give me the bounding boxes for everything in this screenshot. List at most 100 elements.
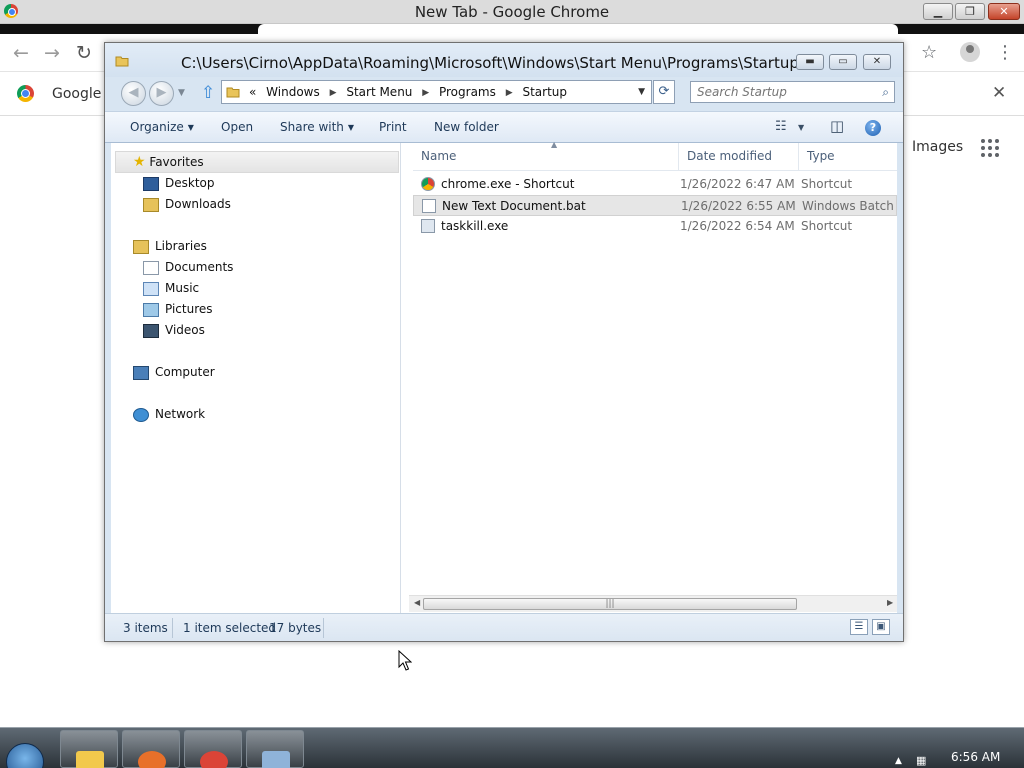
chrome-menu-icon[interactable]: ⋮ — [996, 42, 1014, 63]
nav-item-downloads[interactable]: Downloads — [143, 197, 231, 212]
preview-pane-icon[interactable]: ◫ — [830, 117, 844, 135]
file-date: 1/26/2022 6:47 AM — [680, 177, 795, 191]
change-view-icon[interactable]: ☷ — [775, 119, 787, 134]
file-row-chrome-shortcut[interactable]: chrome.exe - Shortcut 1/26/2022 6:47 AM … — [413, 174, 897, 195]
scroll-left-icon[interactable]: ◀ — [414, 598, 420, 607]
nav-item-label: Favorites — [149, 155, 204, 169]
column-header-date-modified[interactable]: Date modified — [679, 143, 799, 171]
chevron-down-icon: ▼ — [187, 123, 194, 132]
column-header-name[interactable]: Name ▲ — [413, 140, 679, 171]
organize-label: Organize — [130, 120, 184, 134]
nav-item-network[interactable]: Network — [133, 407, 205, 422]
file-list-pane: Name ▲ Date modified Type chrome.exe - S… — [403, 140, 898, 613]
nav-item-videos[interactable]: Videos — [143, 323, 205, 338]
start-button[interactable] — [6, 743, 44, 768]
search-icon[interactable]: ⌕ — [882, 85, 889, 100]
view-dropdown-icon[interactable]: ▼ — [798, 123, 804, 132]
explorer-navigation-bar: ◀ ▶ ▼ ⇧ « Windows ▶ Start Menu ▶ Program… — [105, 77, 903, 111]
google-apps-icon[interactable] — [981, 139, 999, 157]
forward-button[interactable]: ▶ — [149, 81, 174, 106]
bookmark-star-icon[interactable]: ☆ — [921, 42, 937, 63]
share-with-label: Share with — [280, 120, 344, 134]
desktop-icon — [143, 176, 159, 191]
details-view-icon[interactable]: ☰ — [850, 619, 868, 635]
column-header-name-label: Name — [421, 149, 457, 163]
taskbar-firefox-button[interactable] — [122, 730, 180, 768]
help-icon[interactable]: ? — [865, 120, 881, 136]
explorer-maximize-button[interactable]: ▭ — [829, 54, 857, 70]
profile-avatar[interactable] — [960, 42, 980, 62]
nav-item-desktop[interactable]: Desktop — [143, 176, 215, 191]
print-button[interactable]: Print — [379, 120, 407, 134]
breadcrumb-windows[interactable]: Windows — [266, 85, 320, 99]
breadcrumb-start-menu[interactable]: Start Menu — [346, 85, 412, 99]
show-hidden-icons-icon[interactable]: ▲ — [895, 756, 902, 766]
google-logo-icon — [17, 85, 34, 102]
nav-item-label: Desktop — [165, 176, 215, 190]
organize-button[interactable]: Organize ▼ — [130, 120, 194, 134]
network-status-icon[interactable]: ▦ — [916, 754, 926, 767]
file-row-taskkill-exe[interactable]: taskkill.exe 1/26/2022 6:54 AM Shortcut — [413, 216, 897, 237]
address-bar[interactable]: « Windows ▶ Start Menu ▶ Programs ▶ Star… — [221, 80, 652, 104]
search-box[interactable]: ⌕ — [690, 81, 895, 103]
back-button[interactable]: ◀ — [121, 81, 146, 106]
refresh-button[interactable]: ⟳ — [653, 80, 675, 104]
open-button[interactable]: Open — [221, 120, 253, 134]
back-icon[interactable]: ← — [13, 42, 29, 64]
large-icons-view-icon[interactable]: ▣ — [872, 619, 890, 635]
scrollbar-thumb[interactable]: ||| — [423, 598, 797, 610]
nav-item-music[interactable]: Music — [143, 281, 199, 296]
up-folder-icon[interactable]: ⇧ — [201, 83, 215, 103]
folder-icon — [76, 751, 104, 768]
navigation-pane: ★ Favorites Desktop Downloads Libraries … — [111, 143, 401, 613]
file-date: 1/26/2022 6:54 AM — [680, 219, 795, 233]
taskbar-chrome-button[interactable] — [184, 730, 242, 768]
column-header-type[interactable]: Type — [799, 143, 897, 171]
forward-icon[interactable]: → — [44, 42, 60, 64]
explorer-window-title: C:\Users\Cirno\AppData\Roaming\Microsoft… — [181, 54, 799, 72]
taskbar-task-manager-button[interactable] — [246, 730, 304, 768]
nav-item-libraries[interactable]: Libraries — [133, 239, 207, 254]
chrome-title-bar: New Tab - Google Chrome ▁ ❐ ✕ — [0, 0, 1024, 24]
taskbar-explorer-button[interactable] — [60, 730, 118, 768]
nav-item-computer[interactable]: Computer — [133, 365, 215, 380]
videos-icon — [143, 323, 159, 338]
recent-pages-dropdown-icon[interactable]: ▼ — [178, 88, 185, 98]
chrome-maximize-button[interactable]: ❐ — [955, 3, 985, 20]
file-row-new-text-document-bat[interactable]: New Text Document.bat 1/26/2022 6:55 AM … — [413, 195, 898, 216]
chrome-minimize-button[interactable]: ▁ — [923, 3, 953, 20]
star-icon: ★ — [133, 154, 146, 170]
nav-item-favorites[interactable]: ★ Favorites — [133, 154, 204, 170]
music-icon — [143, 281, 159, 296]
breadcrumb-separator-icon[interactable]: ▶ — [506, 88, 513, 98]
breadcrumb-startup[interactable]: Startup — [522, 85, 567, 99]
infobar-close-icon[interactable]: ✕ — [992, 83, 1006, 103]
nav-item-pictures[interactable]: Pictures — [143, 302, 213, 317]
explorer-minimize-button[interactable]: ▬ — [796, 54, 824, 70]
reload-icon[interactable]: ↻ — [76, 42, 92, 64]
explorer-title-bar[interactable]: C:\Users\Cirno\AppData\Roaming\Microsoft… — [105, 43, 903, 77]
chrome-shortcut-icon — [421, 177, 435, 191]
breadcrumb-separator-icon[interactable]: ▶ — [330, 88, 337, 98]
address-history-dropdown-icon[interactable]: ▼ — [638, 87, 645, 97]
explorer-body: ★ Favorites Desktop Downloads Libraries … — [111, 140, 898, 613]
breadcrumb-separator-icon[interactable]: ▶ — [422, 88, 429, 98]
status-size: 17 bytes — [269, 621, 322, 635]
images-link[interactable]: Images — [912, 139, 963, 155]
breadcrumb-programs[interactable]: Programs — [439, 85, 496, 99]
firefox-icon — [138, 751, 166, 768]
chrome-active-tab[interactable] — [258, 24, 898, 34]
new-folder-button[interactable]: New folder — [434, 120, 499, 134]
explorer-close-button[interactable]: ✕ — [863, 54, 891, 70]
share-with-button[interactable]: Share with ▼ — [280, 120, 354, 134]
horizontal-scrollbar[interactable]: ◀ ||| ▶ — [409, 595, 897, 612]
nav-item-documents[interactable]: Documents — [143, 260, 233, 275]
search-input[interactable] — [691, 82, 869, 101]
file-name: New Text Document.bat — [442, 199, 586, 213]
breadcrumb-overflow[interactable]: « — [249, 85, 256, 99]
taskbar-clock[interactable]: 6:56 AM — [951, 750, 1000, 764]
chrome-close-button[interactable]: ✕ — [988, 3, 1020, 20]
scroll-right-icon[interactable]: ▶ — [887, 598, 893, 607]
nav-item-label: Libraries — [155, 239, 207, 253]
file-date: 1/26/2022 6:55 AM — [681, 199, 796, 213]
